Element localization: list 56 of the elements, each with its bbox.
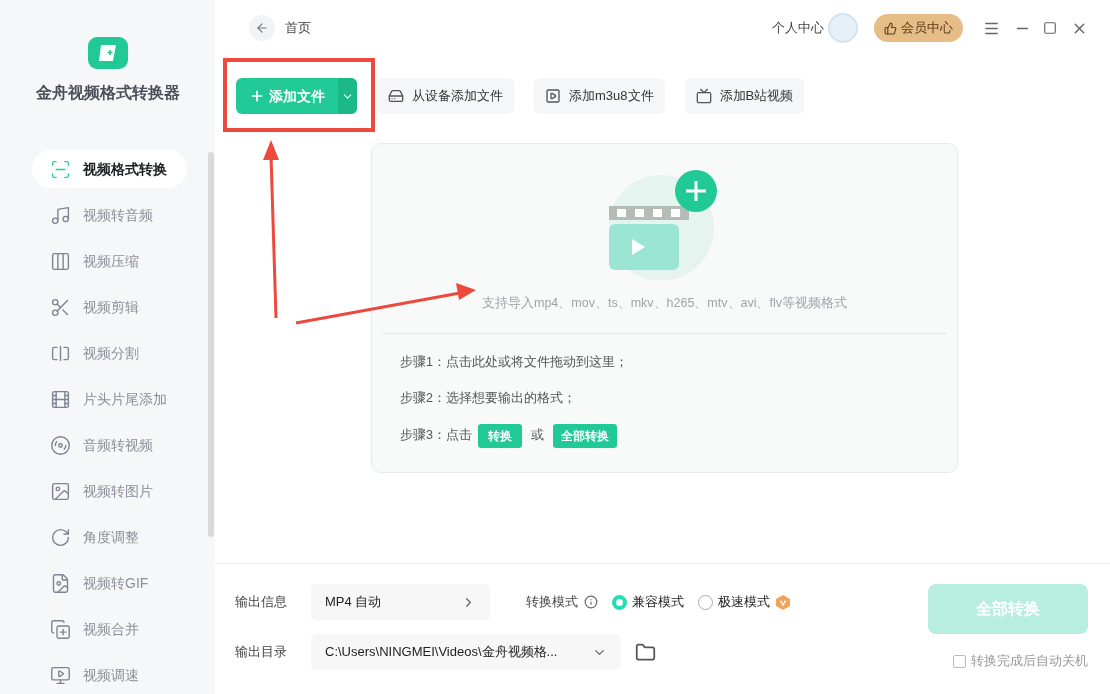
sidebar-item[interactable]: 视频转GIF <box>32 564 187 602</box>
maximize-icon[interactable] <box>1043 21 1057 35</box>
sidebar-item[interactable]: 视频分割 <box>32 334 187 372</box>
file-image-icon <box>50 572 71 594</box>
play-icon <box>545 88 561 104</box>
sidebar-item[interactable]: 片头片尾添加 <box>32 380 187 418</box>
toolbar-button[interactable]: 从设备添加文件 <box>377 78 514 114</box>
plus-icon <box>249 88 265 104</box>
convert-button[interactable]: 转换 <box>477 423 522 448</box>
tv-icon <box>695 88 712 104</box>
output-dir-label: 输出目录 <box>235 643 288 662</box>
drive-icon <box>388 88 404 104</box>
vip-badge-icon <box>776 594 790 610</box>
sidebar-item[interactable]: 视频格式转换 <box>32 150 187 188</box>
or-text: 或 <box>530 427 544 445</box>
sidebar-item[interactable]: 视频转图片 <box>32 472 187 510</box>
drop-zone[interactable]: 支持导入mp4、mov、ts、mkv、h265、mtv、avi、flv等视频格式 步骤1：点击此处或将文件拖动到这里； 步骤2：选择想要输出的格式； 步骤3：点击 转换 或 全部转换 <box>371 143 958 473</box>
film-icon <box>50 388 71 410</box>
info-icon[interactable] <box>584 595 598 609</box>
mode-label: 转换模式 <box>526 593 578 612</box>
vip-center-button[interactable]: 会员中心 <box>874 14 963 42</box>
add-file-button[interactable]: 添加文件 <box>236 78 357 114</box>
scissors-icon <box>50 296 71 318</box>
merge-icon <box>50 618 71 640</box>
app-title: 金舟视频格式转换器 <box>35 83 180 103</box>
toolbar-button[interactable]: 添加B站视频 <box>684 78 805 114</box>
breadcrumb: 首页 <box>285 19 311 38</box>
format-hint: 支持导入mp4、mov、ts、mkv、h265、mtv、avi、flv等视频格式 <box>482 295 847 312</box>
sidebar-item[interactable]: 视频剪辑 <box>32 288 187 326</box>
mode-radio[interactable]: 极速模式 <box>698 592 770 612</box>
image-icon <box>50 480 71 502</box>
thumbs-up-icon <box>884 21 897 35</box>
scan-icon <box>50 158 71 180</box>
music-icon <box>50 204 71 226</box>
mode-radio[interactable]: 兼容模式 <box>612 592 684 612</box>
sidebar-item[interactable]: 视频转音频 <box>32 196 187 234</box>
auto-shutdown-checkbox[interactable]: 转换完成后自动关机 <box>953 652 1088 671</box>
sidebar-item[interactable]: 视频合并 <box>32 610 187 648</box>
rotate-icon <box>50 526 71 548</box>
sidebar-item[interactable]: 视频压缩 <box>32 242 187 280</box>
toolbar-button[interactable]: 添加m3u8文件 <box>534 78 665 114</box>
sidebar-item[interactable]: 视频调速 <box>32 656 187 694</box>
sidebar-item[interactable]: 角度调整 <box>32 518 187 556</box>
convert-all-button[interactable]: 全部转换 <box>552 423 617 448</box>
folder-icon[interactable] <box>635 641 656 663</box>
step-text: 步骤1：点击此处或将文件拖动到这里； <box>400 354 629 372</box>
disc-icon <box>50 434 71 456</box>
step-text: 步骤3：点击 <box>400 427 472 445</box>
output-info-label: 输出信息 <box>235 593 288 612</box>
output-dir-select[interactable]: C:\Users\NINGMEI\Videos\金舟视频格... <box>311 634 621 670</box>
step-text: 步骤2：选择想要输出的格式； <box>400 390 577 408</box>
monitor-icon <box>50 664 71 686</box>
user-center-link[interactable]: 个人中心 <box>772 18 824 38</box>
sidebar-item[interactable]: 音频转视频 <box>32 426 187 464</box>
output-format-select[interactable]: MP4 自动 <box>311 584 490 620</box>
app-logo <box>87 37 128 69</box>
